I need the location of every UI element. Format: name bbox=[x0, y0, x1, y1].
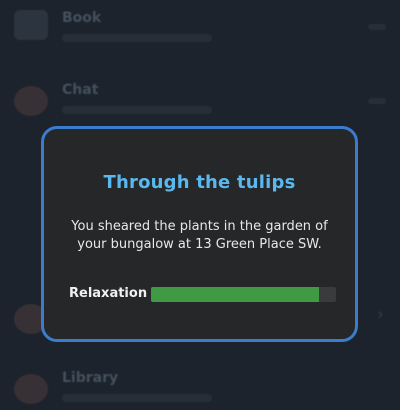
stat-label: Relaxation bbox=[69, 286, 148, 301]
dialog-message: You sheared the plants in the garden of … bbox=[71, 219, 328, 252]
stat-row: Relaxation bbox=[69, 285, 339, 305]
chat-icon bbox=[14, 86, 48, 116]
chevron-right-icon: › bbox=[376, 304, 384, 325]
stat-bar-fill bbox=[151, 287, 320, 302]
book-icon bbox=[14, 10, 48, 40]
list-item-meta bbox=[368, 24, 386, 30]
list-item-meta bbox=[368, 98, 386, 104]
dialog-title: Through the tulips bbox=[103, 172, 296, 193]
stat-bar bbox=[151, 287, 336, 302]
screen: Book Chat › Library Through the tulips Y… bbox=[0, 0, 400, 410]
list-item[interactable]: Chat bbox=[0, 72, 400, 132]
list-item-subtitle bbox=[62, 34, 212, 42]
list-item[interactable]: Library bbox=[0, 360, 400, 410]
list-item-subtitle bbox=[62, 106, 212, 114]
list-item-title: Chat bbox=[62, 82, 99, 98]
list-item[interactable]: Book bbox=[0, 0, 400, 60]
library-icon bbox=[14, 374, 48, 404]
list-item-title: Book bbox=[62, 10, 102, 26]
list-item-subtitle bbox=[62, 394, 212, 402]
list-item-title: Library bbox=[62, 370, 119, 386]
event-dialog[interactable]: Through the tulips You sheared the plant… bbox=[41, 126, 358, 342]
